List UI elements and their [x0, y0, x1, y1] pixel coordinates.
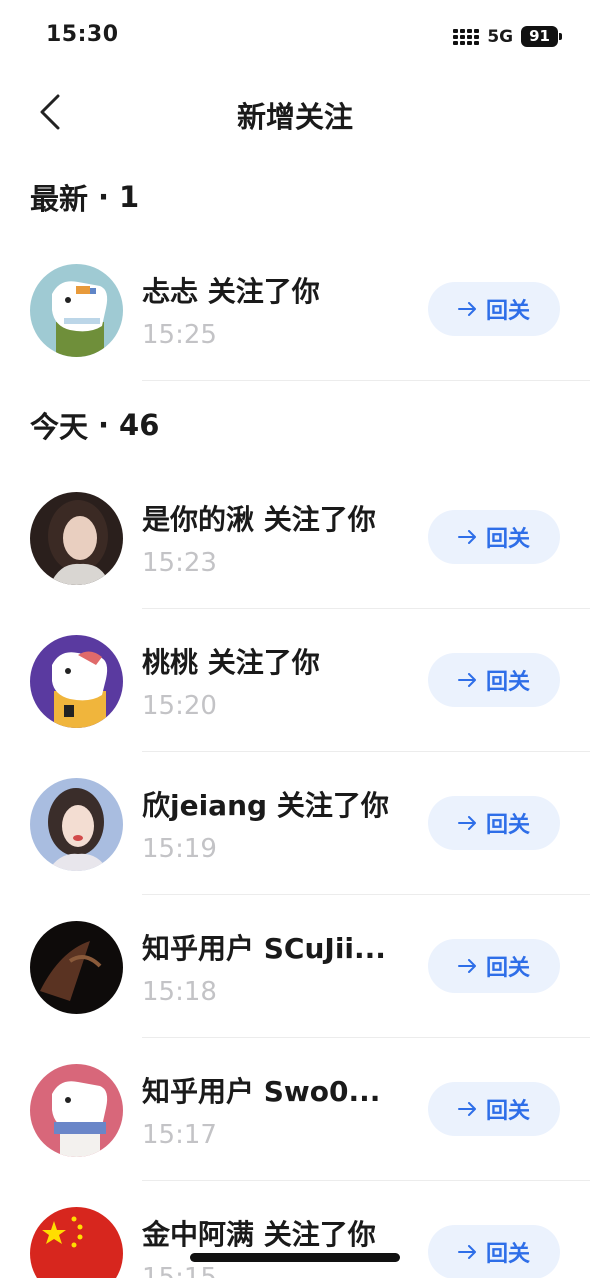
user-name[interactable]: 知乎用户 SCuJii...: [142, 932, 386, 965]
page-title: 新增关注: [236, 100, 353, 134]
follow-action: 关注了你: [207, 646, 320, 679]
follow-back-button[interactable]: 回关: [428, 1082, 560, 1136]
divider: [142, 608, 590, 609]
network-type: 5G: [487, 26, 514, 47]
user-name[interactable]: 忐忐: [142, 275, 198, 308]
user-name[interactable]: 欣jeiang: [142, 789, 267, 822]
battery-level: 91: [521, 26, 558, 47]
follow-item[interactable]: 欣jeiang 关注了你 15:19 回关: [0, 766, 590, 909]
item-time: 15:20: [142, 691, 217, 721]
photo-avatar: [30, 492, 123, 585]
follow-back-label: 回关: [485, 813, 530, 838]
follow-item[interactable]: 金中阿满 关注了你 15:15 回关: [0, 1195, 590, 1278]
home-indicator: [190, 1253, 400, 1262]
section-label: 最新: [30, 182, 89, 216]
arrow-right-icon: [457, 1245, 476, 1259]
arrow-right-icon: [457, 302, 476, 316]
avatar[interactable]: [30, 492, 123, 585]
section-label: 今天: [30, 410, 89, 444]
avatar[interactable]: [30, 921, 123, 1014]
follow-back-label: 回关: [485, 956, 530, 981]
follow-action: 关注了你: [207, 275, 320, 308]
item-time: 15:25: [142, 320, 217, 350]
divider: [142, 751, 590, 752]
item-time: 15:17: [142, 1120, 217, 1150]
item-title: 金中阿满 关注了你: [142, 1213, 376, 1253]
screen: 15:30 5G 91 新增关注 最新 · 1 忐忐 关注了你 15:25 回关…: [0, 0, 590, 1278]
follow-back-button[interactable]: 回关: [428, 796, 560, 850]
item-title: 忐忐 关注了你: [142, 270, 320, 310]
user-name[interactable]: 知乎用户 Swo0...: [142, 1075, 380, 1108]
mascot-avatar: [30, 1064, 123, 1157]
user-name[interactable]: 桃桃: [142, 646, 198, 679]
battery-icon: 91: [521, 26, 562, 47]
arrow-right-icon: [457, 1102, 476, 1116]
follow-action: 关注了你: [263, 503, 376, 536]
follow-back-button[interactable]: 回关: [428, 939, 560, 993]
divider: [142, 1037, 590, 1038]
avatar[interactable]: [30, 264, 123, 357]
item-time: 15:15: [142, 1263, 217, 1278]
item-time: 15:19: [142, 834, 217, 864]
divider: [142, 1180, 590, 1181]
divider: [142, 380, 590, 381]
item-time: 15:18: [142, 977, 217, 1007]
avatar[interactable]: [30, 778, 123, 871]
section-header-today: 今天 · 46: [30, 404, 159, 446]
arrow-right-icon: [457, 530, 476, 544]
mascot-avatar: [30, 635, 123, 728]
follow-back-label: 回关: [485, 299, 530, 324]
follow-back-button[interactable]: 回关: [428, 653, 560, 707]
follow-item[interactable]: 忐忐 关注了你 15:25 回关: [0, 252, 590, 395]
flag-avatar: [30, 1207, 123, 1278]
follow-back-label: 回关: [485, 1099, 530, 1124]
photo-avatar: [30, 921, 123, 1014]
arrow-right-icon: [457, 673, 476, 687]
follow-back-label: 回关: [485, 670, 530, 695]
signal-icon: [453, 28, 480, 45]
photo-avatar: [30, 778, 123, 871]
follow-back-button[interactable]: 回关: [428, 510, 560, 564]
follow-item[interactable]: 桃桃 关注了你 15:20 回关: [0, 623, 590, 766]
follow-item[interactable]: 知乎用户 Swo0... 15:17 回关: [0, 1052, 590, 1195]
user-name[interactable]: 金中阿满: [142, 1218, 254, 1251]
section-header-latest: 最新 · 1: [30, 176, 139, 218]
item-title: 是你的湫 关注了你: [142, 498, 376, 538]
follow-action: 关注了你: [276, 789, 389, 822]
divider: [142, 894, 590, 895]
section-count: 1: [119, 180, 140, 214]
follow-item[interactable]: 知乎用户 SCuJii... 15:18 回关: [0, 909, 590, 1052]
item-title: 知乎用户 SCuJii...: [142, 927, 386, 967]
user-name[interactable]: 是你的湫: [142, 503, 254, 536]
nav-bar: 新增关注: [0, 80, 590, 146]
section-count: 46: [119, 408, 160, 442]
item-title: 桃桃 关注了你: [142, 641, 320, 681]
follow-back-button[interactable]: 回关: [428, 1225, 560, 1278]
follow-back-label: 回关: [485, 527, 530, 552]
status-bar: 15:30 5G 91: [0, 0, 590, 76]
follow-item[interactable]: 是你的湫 关注了你 15:23 回关: [0, 480, 590, 623]
item-title: 知乎用户 Swo0...: [142, 1070, 380, 1110]
status-time: 15:30: [46, 22, 119, 47]
avatar[interactable]: [30, 1064, 123, 1157]
avatar[interactable]: [30, 1207, 123, 1278]
item-time: 15:23: [142, 548, 217, 578]
arrow-right-icon: [457, 959, 476, 973]
arrow-right-icon: [457, 816, 476, 830]
item-title: 欣jeiang 关注了你: [142, 784, 389, 824]
follow-back-label: 回关: [485, 1242, 530, 1267]
status-indicators: 5G 91: [453, 26, 562, 47]
mascot-avatar: [30, 264, 123, 357]
avatar[interactable]: [30, 635, 123, 728]
follow-action: 关注了你: [263, 1218, 376, 1251]
follow-back-button[interactable]: 回关: [428, 282, 560, 336]
